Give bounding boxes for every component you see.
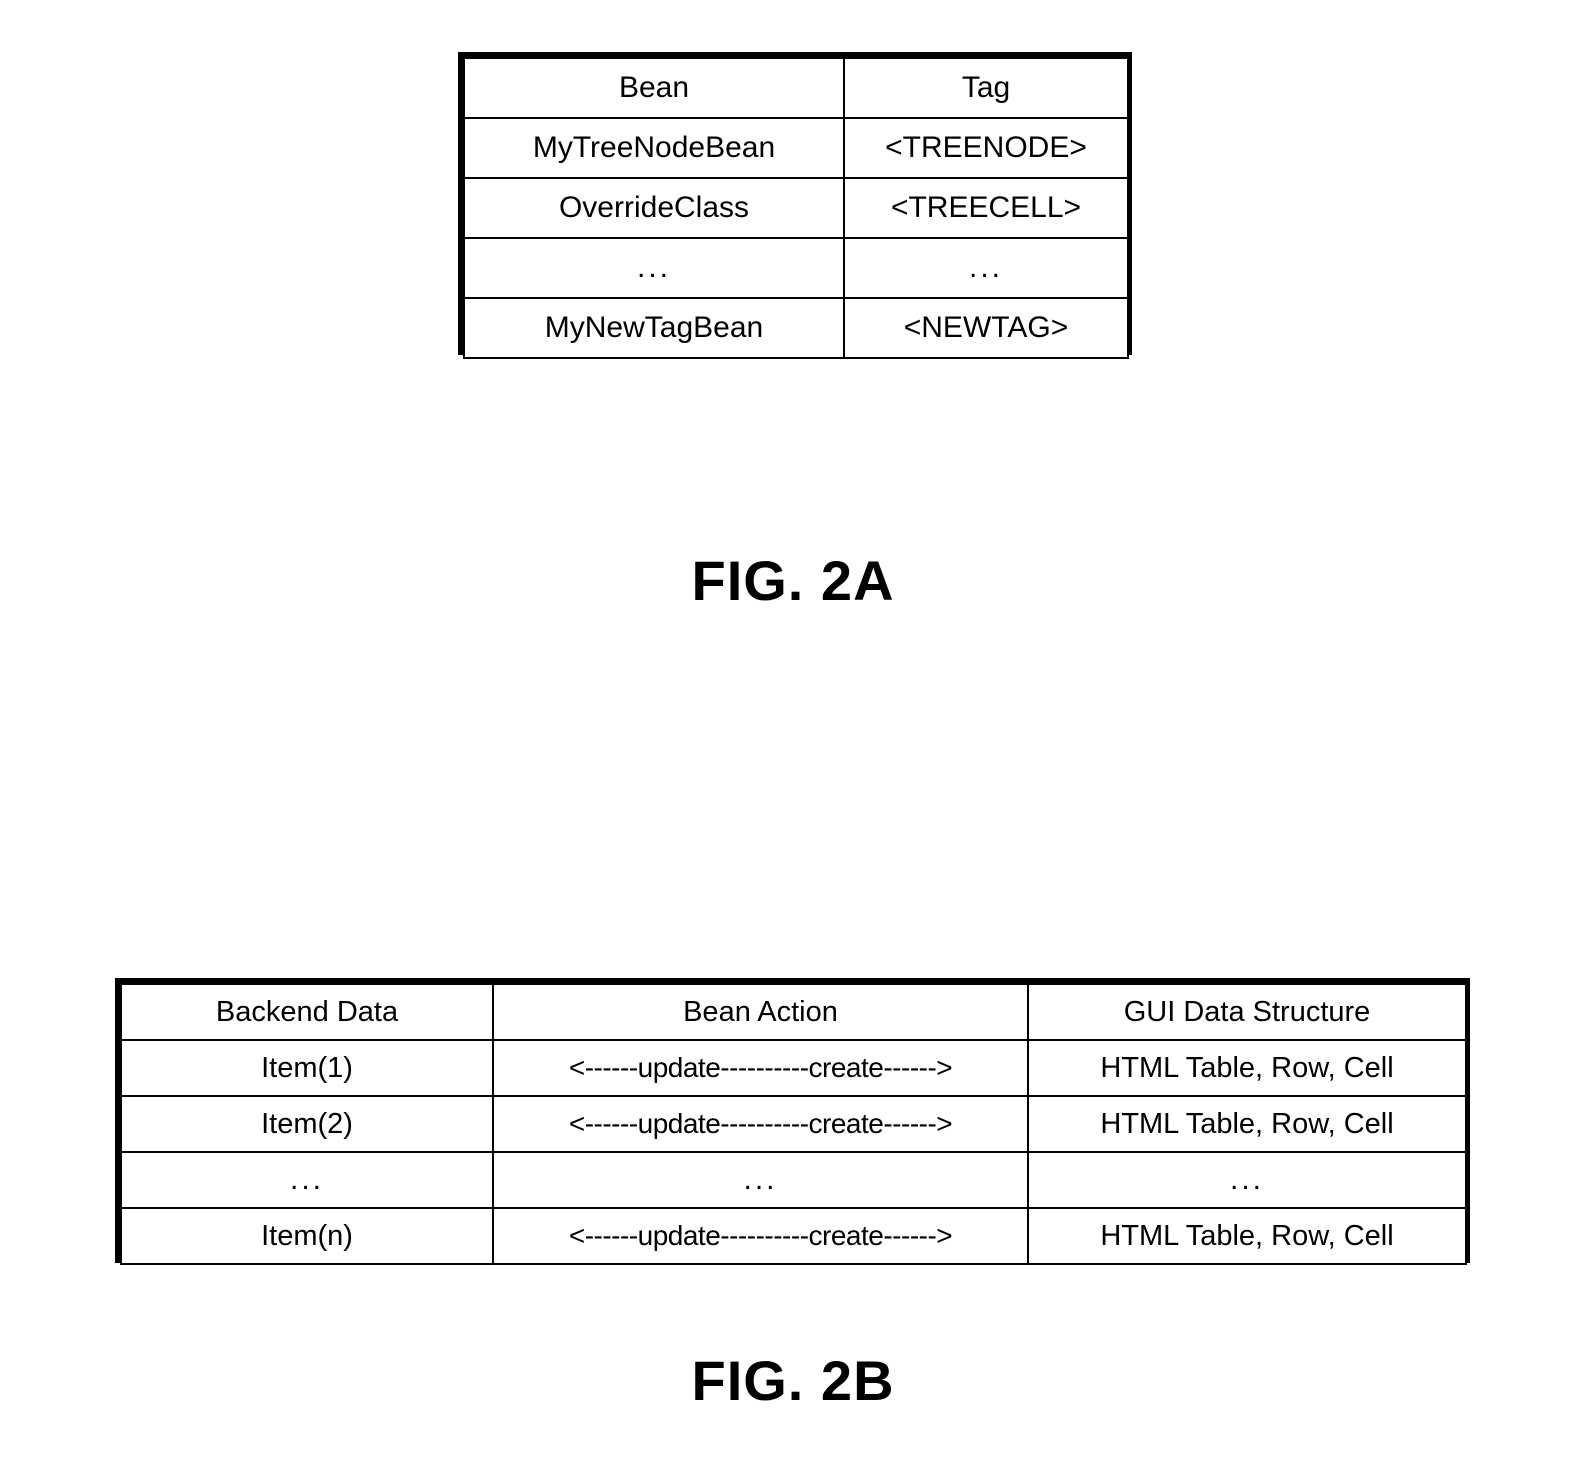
table-row: MyNewTagBean <NEWTAG>: [463, 297, 1129, 359]
cell-tag-ellipsis: ...: [843, 237, 1129, 299]
cell-bean-action-arrow: <------update----------create------>: [492, 1207, 1029, 1265]
column-header-bean: Bean: [463, 57, 845, 119]
table-row-ellipsis: ... ... ...: [120, 1151, 1467, 1209]
table-row: MyTreeNodeBean <TREENODE>: [463, 117, 1129, 179]
cell-bean-action-arrow: <------update----------create------>: [492, 1095, 1029, 1153]
column-header-tag: Tag: [843, 57, 1129, 119]
cell-bean-action-arrow: <------update----------create------>: [492, 1039, 1029, 1097]
figure-2a-caption: FIG. 2A: [691, 549, 895, 612]
column-header-bean-action: Bean Action: [492, 983, 1029, 1041]
table-row-ellipsis: ... ...: [463, 237, 1129, 299]
cell-bean-name: MyNewTagBean: [463, 297, 845, 359]
column-header-backend-data: Backend Data: [120, 983, 494, 1041]
cell-gui-structure: HTML Table, Row, Cell: [1027, 1039, 1467, 1097]
table-row: Item(n) <------update----------create---…: [120, 1207, 1467, 1265]
cell-gui-structure: HTML Table, Row, Cell: [1027, 1207, 1467, 1265]
cell-backend-item: Item(n): [120, 1207, 494, 1265]
backend-bean-gui-mapping-table: Backend Data Bean Action GUI Data Struct…: [120, 983, 1467, 1265]
cell-bean-name: OverrideClass: [463, 177, 845, 239]
cell-bean-name: MyTreeNodeBean: [463, 117, 845, 179]
cell-backend-ellipsis: ...: [120, 1151, 494, 1209]
table-header-row: Backend Data Bean Action GUI Data Struct…: [120, 983, 1467, 1041]
cell-bean-action-ellipsis: ...: [492, 1151, 1029, 1209]
bean-tag-mapping-table: Bean Tag MyTreeNodeBean <TREENODE> Overr…: [463, 57, 1129, 359]
table-row: Item(2) <------update----------create---…: [120, 1095, 1467, 1153]
cell-tag-name: <TREENODE>: [843, 117, 1129, 179]
table-header-row: Bean Tag: [463, 57, 1129, 119]
cell-tag-name: <TREECELL>: [843, 177, 1129, 239]
cell-backend-item: Item(2): [120, 1095, 494, 1153]
cell-gui-structure: HTML Table, Row, Cell: [1027, 1095, 1467, 1153]
table-row: Item(1) <------update----------create---…: [120, 1039, 1467, 1097]
cell-tag-name: <NEWTAG>: [843, 297, 1129, 359]
figure-2b-caption: FIG. 2B: [691, 1349, 895, 1412]
column-header-gui-data-structure: GUI Data Structure: [1027, 983, 1467, 1041]
cell-bean-ellipsis: ...: [463, 237, 845, 299]
cell-gui-structure-ellipsis: ...: [1027, 1151, 1467, 1209]
table-row: OverrideClass <TREECELL>: [463, 177, 1129, 239]
cell-backend-item: Item(1): [120, 1039, 494, 1097]
